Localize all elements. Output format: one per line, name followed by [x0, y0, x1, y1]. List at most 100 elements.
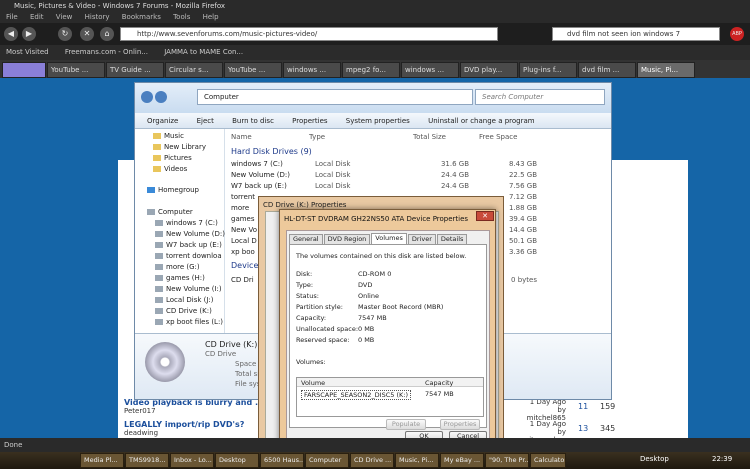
nav-drive[interactable]: windows 7 (C:)	[155, 218, 218, 229]
taskbar-item[interactable]: TMS9918...	[125, 453, 169, 468]
reload-icon[interactable]: ↻	[58, 27, 72, 41]
tab[interactable]: YouTube ...	[224, 62, 282, 78]
bookmark-item[interactable]: Most Visited	[6, 48, 49, 56]
tab-active[interactable]: Music, Pi...	[637, 62, 695, 78]
nav-drive[interactable]: Local Disk (J:)	[155, 295, 214, 306]
drive-name: windows 7 (C:)	[231, 160, 283, 168]
nav-item-computer[interactable]: Computer	[147, 207, 193, 218]
tab-volumes[interactable]: Volumes	[371, 233, 407, 244]
organize-button[interactable]: Organize	[147, 117, 178, 125]
search-input[interactable]: dvd film not seen ion windows 7	[552, 27, 720, 41]
group-header-hard-disks[interactable]: Hard Disk Drives (9)	[231, 147, 312, 156]
taskbar-item[interactable]: Media Pl...	[80, 453, 124, 468]
back-icon[interactable]: ◀	[4, 27, 18, 41]
system-properties-button[interactable]: System properties	[346, 117, 410, 125]
menu-tools[interactable]: Tools	[173, 13, 190, 21]
tab[interactable]: windows ...	[283, 62, 341, 78]
drive-type: Local Disk	[315, 160, 351, 168]
tab[interactable]: mpeg2 fo...	[342, 62, 400, 78]
nav-drive[interactable]: torrent downloa	[155, 251, 223, 262]
property-value: 0 MB	[358, 325, 375, 333]
thread-title[interactable]: LEGALLY import/rip DVD's?	[124, 420, 244, 429]
taskbar-item[interactable]: CD Drive ...	[350, 453, 394, 468]
taskbar-item[interactable]: My eBay ...	[440, 453, 484, 468]
nav-drive[interactable]: games (H:)	[155, 273, 205, 284]
adblock-icon[interactable]: ABP	[730, 27, 744, 41]
nav-item-music[interactable]: Music	[153, 131, 184, 142]
tab-general[interactable]: General	[289, 234, 323, 244]
stop-icon[interactable]: ✕	[80, 27, 94, 41]
forward-icon[interactable]: ▶	[22, 27, 36, 41]
eject-button[interactable]: Eject	[197, 117, 214, 125]
taskbar-item[interactable]: Desktop	[215, 453, 259, 468]
taskbar-item[interactable]: Calculator	[530, 453, 566, 468]
taskbar-item[interactable]: "90, The Pr...	[485, 453, 529, 468]
clock[interactable]: 22:39	[712, 455, 732, 463]
nav-item-pictures[interactable]: Pictures	[153, 153, 192, 164]
tab[interactable]: DVD play...	[460, 62, 518, 78]
column-total[interactable]: Total Size	[413, 133, 446, 141]
search-input[interactable]: Search Computer	[475, 89, 605, 105]
tab[interactable]: TV Guide ...	[106, 62, 164, 78]
volume-name[interactable]: FARSCAPE_SEASON2_DISC5 (K:)	[301, 390, 411, 400]
taskbar-item[interactable]: 6500 Haus...	[260, 453, 304, 468]
details-type: CD Drive	[205, 350, 237, 358]
tab[interactable]: dvd film ...	[578, 62, 636, 78]
nav-drive[interactable]: xp boot files (L:)	[155, 317, 223, 328]
taskbar-item[interactable]: Music, Pi...	[395, 453, 439, 468]
menu-bookmarks[interactable]: Bookmarks	[122, 13, 161, 21]
bookmark-item[interactable]: Freemans.com - Onlin...	[65, 48, 148, 56]
tab[interactable]: windows ...	[401, 62, 459, 78]
menu-edit[interactable]: Edit	[30, 13, 44, 21]
tab[interactable]: YouTube ...	[47, 62, 105, 78]
column-capacity[interactable]: Capacity	[425, 379, 453, 387]
forward-icon[interactable]	[155, 91, 167, 103]
menu-file[interactable]: File	[6, 13, 18, 21]
tab-dvd-region[interactable]: DVD Region	[323, 234, 371, 244]
tab[interactable]	[2, 62, 46, 78]
column-type[interactable]: Type	[309, 133, 325, 141]
nav-drive[interactable]: W7 back up (E:)	[155, 240, 222, 251]
drive-row[interactable]: windows 7 (C:) Local Disk 31.6 GB 8.43 GB	[231, 159, 611, 170]
nav-item-library[interactable]: New Library	[153, 142, 206, 153]
properties-button[interactable]: Properties	[292, 117, 327, 125]
uninstall-button[interactable]: Uninstall or change a program	[428, 117, 535, 125]
thread-replies[interactable]: 13	[578, 424, 588, 433]
bookmark-item[interactable]: JAMMA to MAME Con...	[164, 48, 243, 56]
menu-help[interactable]: Help	[203, 13, 219, 21]
column-name[interactable]: Name	[231, 133, 252, 141]
menu-view[interactable]: View	[56, 13, 73, 21]
drive-row[interactable]: W7 back up (E:) Local Disk 24.4 GB 7.56 GB	[231, 181, 611, 192]
tab-driver[interactable]: Driver	[407, 234, 436, 244]
breadcrumb[interactable]: Computer	[197, 89, 473, 105]
thread-starter[interactable]: Peter017	[124, 407, 156, 415]
thread-replies[interactable]: 11	[578, 402, 588, 411]
back-icon[interactable]	[141, 91, 153, 103]
properties-button[interactable]: Properties	[440, 419, 480, 430]
drive-row[interactable]: New Volume (D:) Local Disk 24.4 GB 22.5 GB	[231, 170, 611, 181]
nav-drive[interactable]: more (G:)	[155, 262, 200, 273]
taskbar-item[interactable]: Computer	[305, 453, 349, 468]
url-bar[interactable]: http://www.sevenforums.com/music-picture…	[120, 27, 498, 41]
nav-drive[interactable]: New Volume (D:)	[155, 229, 225, 240]
tab[interactable]: Circular s...	[165, 62, 223, 78]
drive-free: 22.5 GB	[508, 171, 537, 179]
burn-button[interactable]: Burn to disc	[232, 117, 274, 125]
populate-button[interactable]: Populate	[386, 419, 426, 430]
column-free[interactable]: Free Space	[479, 133, 517, 141]
nav-item-videos[interactable]: Videos	[153, 164, 187, 175]
taskbar-item[interactable]: Inbox - Lo...	[170, 453, 214, 468]
navigation-pane: Music New Library Pictures Videos Homegr…	[135, 129, 225, 333]
desktop-toolbar[interactable]: Desktop	[640, 455, 669, 463]
home-icon[interactable]: ⌂	[100, 27, 114, 41]
menu-history[interactable]: History	[85, 13, 110, 21]
thread-starter[interactable]: deadwing	[124, 429, 158, 437]
close-icon[interactable]: ✕	[476, 211, 494, 221]
drive-name: CD Dri	[231, 276, 254, 284]
column-volume[interactable]: Volume	[301, 379, 325, 387]
nav-drive[interactable]: New Volume (I:)	[155, 284, 222, 295]
nav-drive[interactable]: CD Drive (K:)	[155, 306, 212, 317]
tab[interactable]: Plug-ins f...	[519, 62, 577, 78]
nav-item-homegroup[interactable]: Homegroup	[147, 185, 199, 196]
tab-details[interactable]: Details	[436, 234, 468, 244]
